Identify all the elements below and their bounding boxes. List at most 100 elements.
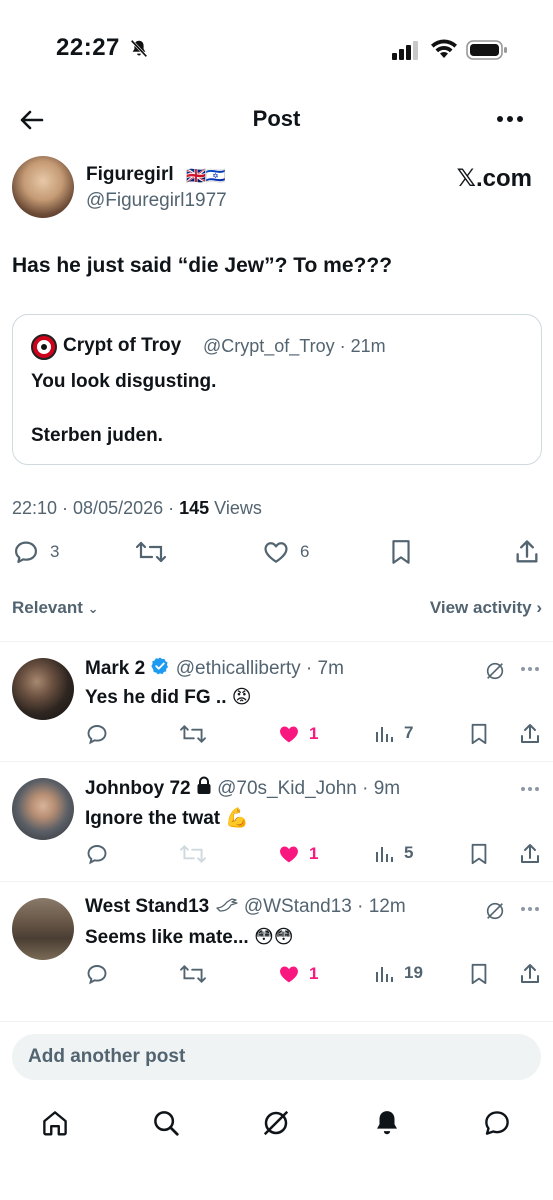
repost-button-disabled	[178, 842, 208, 866]
reply-header: Mark 2 @ethicalliberty · 7m	[85, 656, 344, 680]
reply-button[interactable]: 3	[12, 538, 59, 566]
like-count: 1	[309, 964, 319, 983]
bookmark-button[interactable]	[468, 842, 490, 866]
reply-author-name[interactable]: Johnboy 72	[85, 778, 191, 799]
reply-author-name[interactable]: Mark 2	[85, 658, 145, 679]
more-options-icon[interactable]	[520, 786, 540, 792]
notifications-bell-icon[interactable]	[372, 1108, 402, 1138]
reply-header: Johnboy 72 @70s_Kid_John · 9m	[85, 776, 400, 800]
grok-icon[interactable]	[484, 660, 506, 682]
like-button[interactable]: 1	[277, 842, 318, 866]
heart-filled-icon	[277, 722, 301, 746]
list-item[interactable]: Mark 2 @ethicalliberty · 7m Yes he did F…	[0, 642, 553, 762]
like-count: 1	[309, 844, 319, 863]
like-button[interactable]: 1	[277, 962, 318, 986]
list-item[interactable]: West Stand13 @WStand13 · 12m Seems like …	[0, 882, 553, 1002]
status-time: 22:27	[56, 34, 120, 61]
bottom-tab-bar	[0, 1100, 553, 1150]
share-button[interactable]	[518, 722, 542, 746]
reply-actions: 1 7	[0, 722, 553, 748]
like-button[interactable]: 1	[277, 722, 318, 746]
bookmark-icon	[388, 538, 414, 566]
avatar[interactable]	[12, 898, 74, 960]
add-post-placeholder: Add another post	[28, 1046, 186, 1067]
author-handle[interactable]: @Figuregirl1977	[86, 190, 227, 212]
avatar[interactable]	[12, 658, 74, 720]
reply-author-name[interactable]: West Stand13	[85, 896, 209, 917]
relevant-dropdown[interactable]: Relevant ⌄	[12, 598, 99, 618]
post-author: Figuregirl 🇬🇧🇮🇱 @Figuregirl1977 𝕏.com	[12, 156, 542, 220]
more-options-icon[interactable]	[520, 906, 540, 912]
share-button[interactable]	[513, 538, 541, 566]
repost-button[interactable]	[178, 962, 208, 986]
reply-button[interactable]	[85, 842, 109, 866]
messages-icon[interactable]	[482, 1108, 512, 1138]
more-options-icon[interactable]	[496, 114, 524, 124]
reply-actions: 1 5	[0, 842, 553, 868]
chevron-down-icon: ⌄	[87, 601, 99, 616]
grok-icon[interactable]	[484, 900, 506, 922]
views-button[interactable]: 7	[374, 722, 413, 744]
bird-icon	[215, 896, 239, 914]
reply-actions: 1 19	[0, 962, 553, 988]
home-icon[interactable]	[40, 1108, 70, 1138]
battery-icon	[466, 39, 508, 61]
quote-text-line: You look disgusting.	[31, 371, 217, 392]
bookmark-button[interactable]	[468, 722, 490, 746]
heart-filled-icon	[277, 842, 301, 866]
analytics-icon	[374, 842, 396, 864]
bookmark-button[interactable]	[468, 962, 490, 986]
quote-author-handle: @Crypt_of_Troy · 21m	[203, 336, 386, 356]
verified-badge-icon	[150, 656, 170, 676]
divider	[0, 1021, 553, 1022]
like-count: 1	[309, 724, 319, 743]
quoted-post[interactable]: Crypt of Troy @Crypt_of_Troy · 21m You l…	[12, 314, 542, 465]
avatar[interactable]	[12, 156, 74, 218]
share-icon	[513, 538, 541, 566]
heart-filled-icon	[277, 962, 301, 986]
post-timestamp: 22:10 · 08/05/2026 ·	[12, 498, 180, 518]
reply-button[interactable]	[85, 722, 109, 746]
search-icon[interactable]	[151, 1108, 181, 1138]
views-button[interactable]: 5	[374, 842, 413, 864]
reply-text: Seems like mate... 😳😳	[85, 927, 294, 948]
top-nav: Post	[0, 100, 553, 140]
reply-text: Yes he did FG .. 😡	[85, 687, 252, 708]
wifi-icon	[430, 38, 458, 60]
author-flags: 🇬🇧🇮🇱	[186, 168, 226, 185]
repost-button[interactable]	[134, 538, 168, 566]
page-title: Post	[252, 106, 301, 131]
views-count[interactable]: 145	[179, 498, 209, 518]
author-name[interactable]: Figuregirl	[86, 164, 174, 186]
reply-author-handle: @ethicalliberty · 7m	[175, 658, 344, 679]
reply-button[interactable]	[85, 962, 109, 986]
views-label: Views	[209, 498, 262, 518]
grok-icon[interactable]	[261, 1108, 291, 1138]
like-button[interactable]: 6	[262, 538, 309, 566]
reply-count: 3	[50, 542, 60, 561]
quote-avatar	[31, 334, 57, 360]
reply-header: West Stand13 @WStand13 · 12m	[85, 896, 406, 918]
lock-icon	[196, 776, 212, 796]
bookmark-button[interactable]	[388, 538, 414, 566]
quote-text-line: Sterben juden.	[31, 425, 163, 446]
list-item[interactable]: Johnboy 72 @70s_Kid_John · 9m Ignore the…	[0, 762, 553, 882]
avatar[interactable]	[12, 778, 74, 840]
post-actions: 3 6	[0, 538, 553, 572]
reply-author-handle: @70s_Kid_John · 9m	[217, 778, 401, 799]
share-button[interactable]	[518, 962, 542, 986]
views-count: 19	[404, 963, 423, 982]
more-options-icon[interactable]	[520, 666, 540, 672]
views-count: 5	[404, 843, 414, 862]
analytics-icon	[374, 722, 396, 744]
analytics-icon	[374, 962, 396, 984]
repost-button[interactable]	[178, 722, 208, 746]
add-post-input[interactable]: Add another post	[12, 1034, 541, 1080]
view-activity-link[interactable]: View activity ›	[430, 598, 542, 618]
views-button[interactable]: 19	[374, 962, 423, 984]
bell-muted-icon	[128, 38, 150, 60]
share-button[interactable]	[518, 842, 542, 866]
repost-icon	[134, 538, 168, 566]
cellular-signal-icon	[392, 40, 420, 60]
post-meta: 22:10 · 08/05/2026 · 145 Views	[12, 498, 262, 519]
